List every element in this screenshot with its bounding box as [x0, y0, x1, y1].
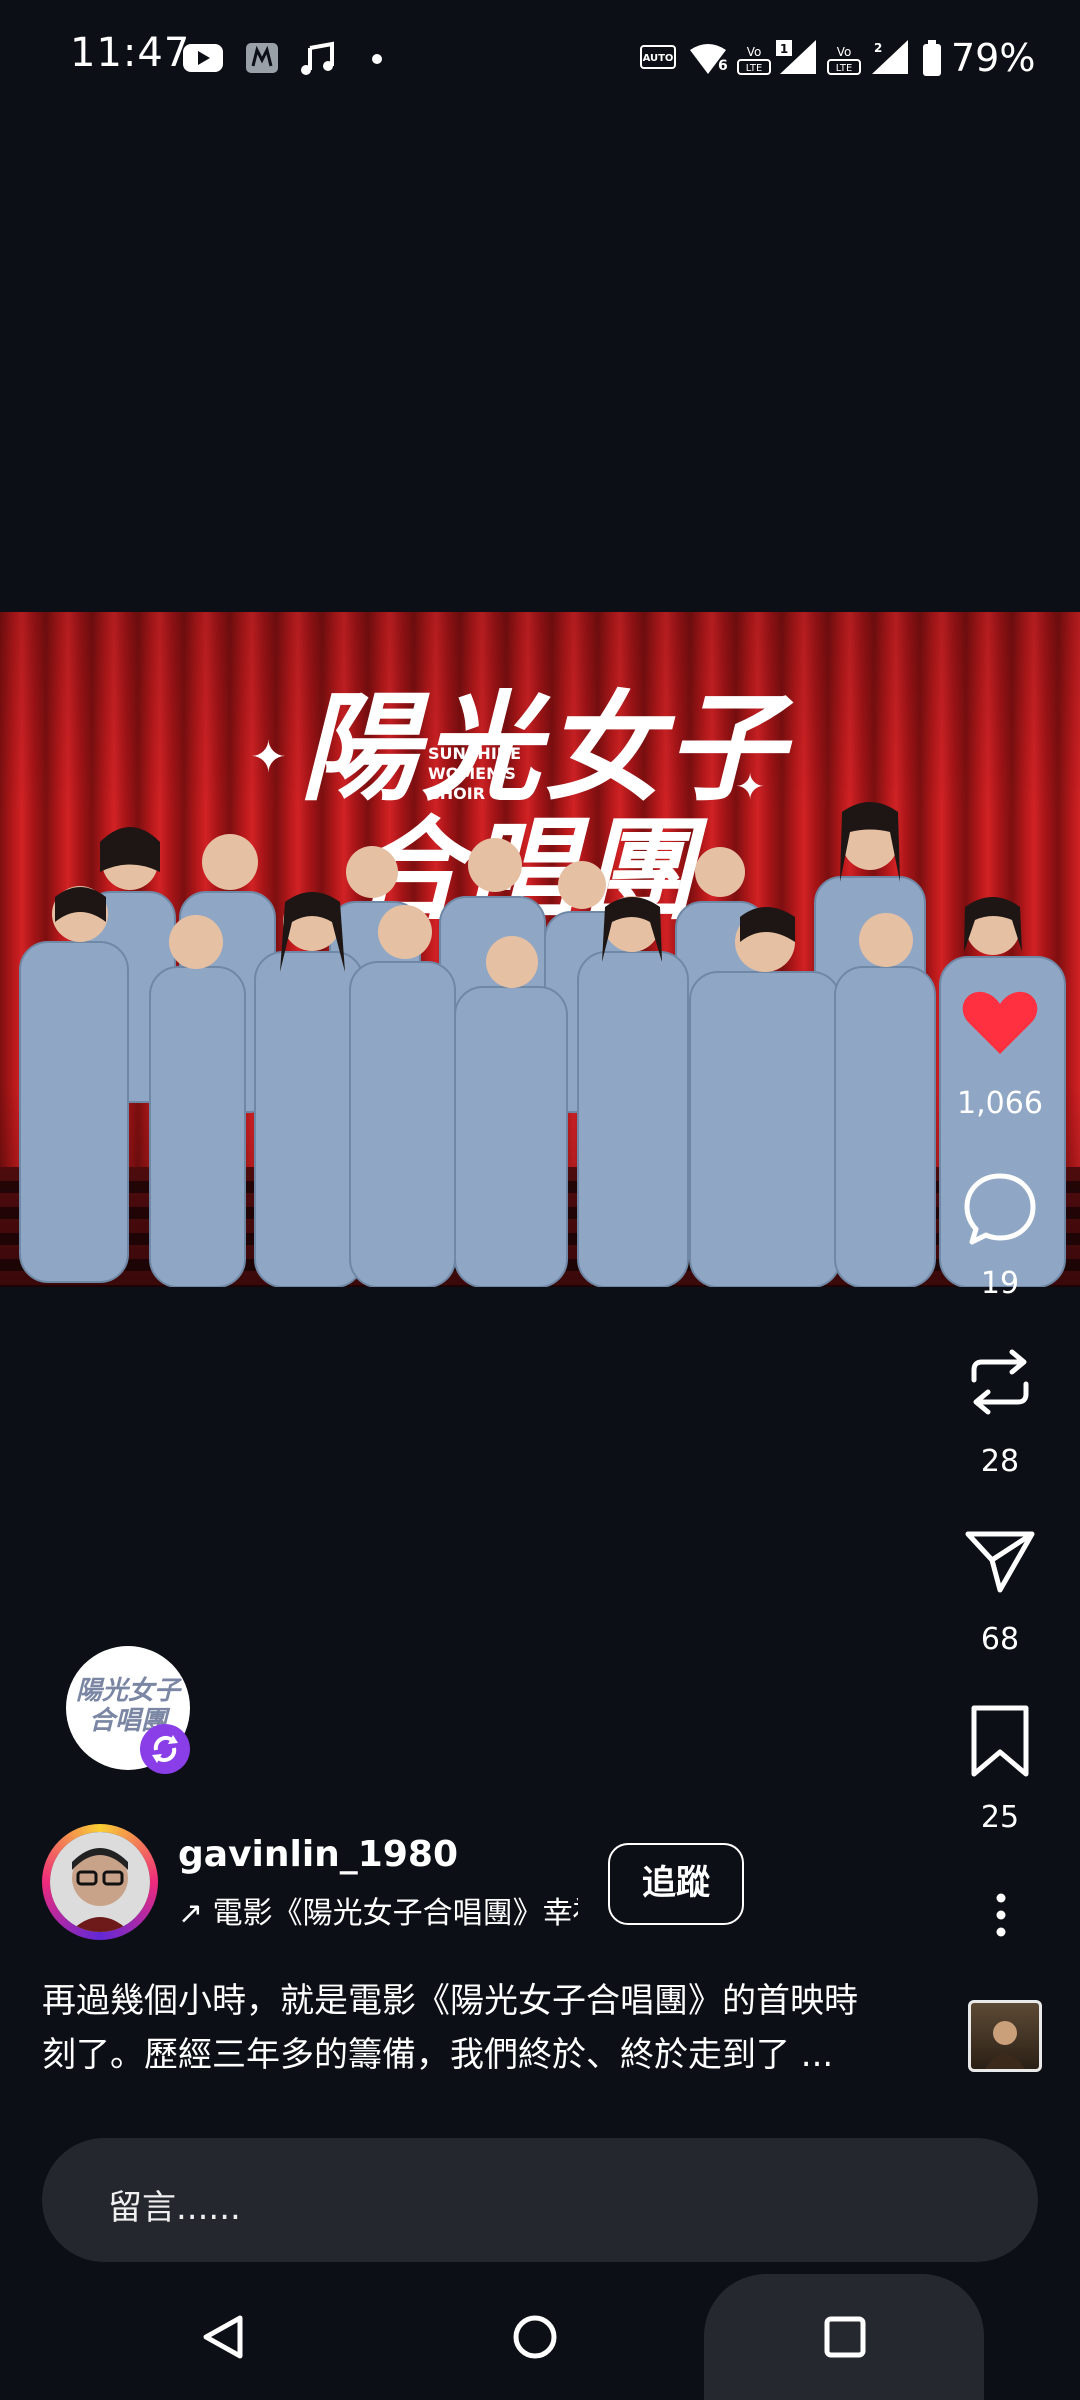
remix-badge	[140, 1724, 190, 1774]
caption-line-1: 再過幾個小時，就是電影《陽光女子合唱團》的首映時	[42, 1981, 858, 2021]
volte-icon-2: Vo LTE	[827, 45, 861, 75]
svg-text:AUTO: AUTO	[643, 53, 674, 64]
svg-text:6: 6	[718, 58, 728, 74]
remix-icon	[152, 1735, 178, 1763]
dot-icon	[372, 54, 382, 64]
save-bookmark-icon[interactable]	[962, 1702, 1038, 1780]
share-send-icon[interactable]	[962, 1526, 1038, 1596]
caption-line-2: 刻了。歷經三年多的籌備，我們終於、終於走到了 ...	[42, 2035, 834, 2075]
comment-count: 19	[980, 1266, 1020, 1301]
sparkle-icon: ✦	[250, 732, 287, 783]
follow-button[interactable]: 追蹤	[608, 1843, 744, 1925]
repost-icon[interactable]	[962, 1344, 1038, 1420]
nav-home-icon[interactable]	[510, 2312, 560, 2362]
comment-placeholder: 留言......	[108, 2188, 241, 2228]
youtube-icon	[183, 44, 223, 72]
svg-text:LTE: LTE	[836, 63, 853, 74]
more-options-icon[interactable]	[988, 1892, 1014, 1938]
post-caption[interactable]: 再過幾個小時，就是電影《陽光女子合唱團》的首映時 刻了。歷經三年多的籌備，我們終…	[42, 1974, 942, 2082]
post-media-image[interactable]: 陽光女子 SUNSHINE WOMEN'S CHOIR 合唱團 ✦ ✦	[0, 612, 1080, 1287]
app-icon	[246, 43, 278, 73]
auto-hz-icon: AUTO	[640, 45, 676, 69]
signal-sim2-icon: 2	[872, 40, 908, 74]
audio-thumbnail[interactable]	[968, 2000, 1042, 2072]
svg-text:2: 2	[874, 41, 882, 55]
like-count: 1,066	[957, 1086, 1043, 1121]
choir-members-group	[19, 802, 1066, 1287]
signal-sim1-icon: 1	[776, 40, 816, 74]
like-heart-icon[interactable]	[962, 990, 1038, 1056]
svg-text:Vo: Vo	[747, 45, 762, 59]
repost-count: 28	[980, 1444, 1020, 1479]
share-count: 68	[980, 1622, 1020, 1657]
status-time: 11:47	[70, 30, 191, 76]
avatar[interactable]	[50, 1832, 150, 1932]
comment-icon[interactable]	[962, 1170, 1038, 1246]
battery-icon	[923, 40, 941, 76]
svg-text:1: 1	[780, 42, 788, 56]
music-note-icon	[301, 41, 334, 75]
nav-recents-icon[interactable]	[822, 2314, 868, 2360]
svg-text:Vo: Vo	[837, 45, 852, 59]
username[interactable]: gavinlin_1980	[178, 1834, 458, 1875]
wifi-icon: 6	[690, 44, 728, 74]
battery-percent: 79%	[951, 36, 1036, 80]
save-count: 25	[980, 1800, 1020, 1835]
song-ticker[interactable]: ↗ 電影《陽光女子合唱團》幸福	[178, 1888, 578, 1932]
volte-icon: Vo LTE	[737, 45, 771, 75]
svg-text:LTE: LTE	[746, 63, 763, 74]
nav-back-icon[interactable]	[200, 2312, 246, 2362]
